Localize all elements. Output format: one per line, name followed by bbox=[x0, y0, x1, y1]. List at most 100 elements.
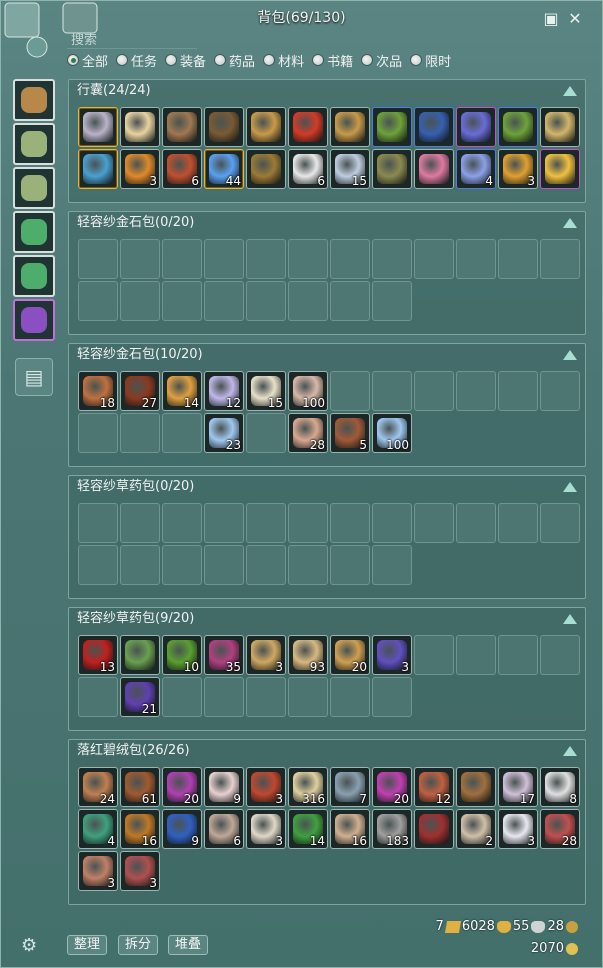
item-slot[interactable] bbox=[456, 107, 496, 147]
item-slot[interactable]: 7 bbox=[330, 767, 370, 807]
empty-slot[interactable] bbox=[456, 239, 496, 279]
empty-slot[interactable] bbox=[498, 371, 538, 411]
item-slot[interactable] bbox=[540, 107, 580, 147]
empty-slot[interactable] bbox=[540, 371, 580, 411]
split-button[interactable]: 拆分 bbox=[118, 935, 159, 955]
item-slot[interactable] bbox=[120, 635, 160, 675]
settings-gear-icon[interactable]: ⚙ bbox=[21, 935, 37, 956]
bag-tab-2[interactable] bbox=[13, 167, 55, 209]
item-slot[interactable]: 3 bbox=[246, 767, 286, 807]
empty-slot[interactable] bbox=[246, 239, 286, 279]
empty-slot[interactable] bbox=[288, 545, 328, 585]
item-slot[interactable] bbox=[414, 107, 454, 147]
empty-slot[interactable] bbox=[162, 281, 202, 321]
item-slot[interactable]: 27 bbox=[120, 371, 160, 411]
empty-slot[interactable] bbox=[78, 413, 118, 453]
empty-slot[interactable] bbox=[204, 503, 244, 543]
empty-slot[interactable] bbox=[120, 545, 160, 585]
empty-slot[interactable] bbox=[456, 503, 496, 543]
empty-slot[interactable] bbox=[288, 281, 328, 321]
empty-slot[interactable] bbox=[372, 503, 412, 543]
item-slot[interactable]: 3 bbox=[246, 809, 286, 849]
item-slot[interactable]: 28 bbox=[540, 809, 580, 849]
item-slot[interactable]: 5 bbox=[330, 413, 370, 453]
empty-slot[interactable] bbox=[246, 545, 286, 585]
empty-slot[interactable] bbox=[414, 371, 454, 411]
empty-slot[interactable] bbox=[204, 545, 244, 585]
bag-tab-5[interactable] bbox=[13, 299, 55, 341]
empty-slot[interactable] bbox=[330, 239, 370, 279]
sort-button[interactable]: 整理 bbox=[67, 935, 108, 955]
empty-slot[interactable] bbox=[498, 239, 538, 279]
empty-slot[interactable] bbox=[246, 413, 286, 453]
item-slot[interactable]: 28 bbox=[288, 413, 328, 453]
item-slot[interactable]: 23 bbox=[204, 413, 244, 453]
empty-slot[interactable] bbox=[330, 503, 370, 543]
item-slot[interactable]: 9 bbox=[162, 809, 202, 849]
filter-6[interactable]: 次品 bbox=[361, 51, 402, 70]
radio-icon[interactable] bbox=[312, 54, 325, 66]
item-slot[interactable] bbox=[120, 107, 160, 147]
empty-slot[interactable] bbox=[120, 281, 160, 321]
item-slot[interactable]: 4 bbox=[78, 809, 118, 849]
empty-slot[interactable] bbox=[162, 503, 202, 543]
empty-slot[interactable] bbox=[204, 281, 244, 321]
item-slot[interactable] bbox=[540, 149, 580, 189]
empty-slot[interactable] bbox=[456, 635, 496, 675]
item-slot[interactable]: 13 bbox=[78, 635, 118, 675]
empty-slot[interactable] bbox=[162, 545, 202, 585]
item-slot[interactable]: 2 bbox=[456, 809, 496, 849]
item-slot[interactable]: 21 bbox=[120, 677, 160, 717]
empty-slot[interactable] bbox=[414, 635, 454, 675]
item-slot[interactable]: 24 bbox=[78, 767, 118, 807]
item-slot[interactable]: 6 bbox=[288, 149, 328, 189]
item-slot[interactable]: 8 bbox=[540, 767, 580, 807]
empty-slot[interactable] bbox=[204, 677, 244, 717]
empty-slot[interactable] bbox=[120, 413, 160, 453]
empty-slot[interactable] bbox=[330, 545, 370, 585]
empty-slot[interactable] bbox=[246, 281, 286, 321]
empty-slot[interactable] bbox=[372, 281, 412, 321]
radio-icon[interactable] bbox=[361, 54, 374, 66]
item-slot[interactable] bbox=[78, 107, 118, 147]
item-slot[interactable]: 17 bbox=[498, 767, 538, 807]
empty-slot[interactable] bbox=[78, 281, 118, 321]
radio-icon[interactable] bbox=[263, 54, 276, 66]
item-slot[interactable] bbox=[456, 767, 496, 807]
panel-header[interactable]: 轻容纱草药包(9/20) bbox=[69, 608, 585, 630]
empty-slot[interactable] bbox=[246, 677, 286, 717]
collapse-arrow-icon[interactable] bbox=[563, 746, 577, 756]
item-slot[interactable] bbox=[414, 809, 454, 849]
empty-slot[interactable] bbox=[540, 635, 580, 675]
collapse-arrow-icon[interactable] bbox=[563, 614, 577, 624]
item-slot[interactable] bbox=[372, 107, 412, 147]
item-slot[interactable]: 16 bbox=[330, 809, 370, 849]
item-slot[interactable]: 15 bbox=[246, 371, 286, 411]
radio-icon[interactable] bbox=[214, 54, 227, 66]
filter-7[interactable]: 限时 bbox=[410, 51, 451, 70]
radio-icon[interactable] bbox=[116, 54, 129, 66]
item-slot[interactable] bbox=[78, 149, 118, 189]
item-slot[interactable]: 15 bbox=[330, 149, 370, 189]
empty-slot[interactable] bbox=[372, 545, 412, 585]
panel-header[interactable]: 轻容纱金石包(0/20) bbox=[69, 212, 585, 234]
item-slot[interactable] bbox=[162, 107, 202, 147]
radio-icon[interactable] bbox=[165, 54, 178, 66]
item-slot[interactable]: 93 bbox=[288, 635, 328, 675]
bag-manage-icon[interactable]: ▤ bbox=[15, 358, 53, 396]
item-slot[interactable]: 14 bbox=[162, 371, 202, 411]
item-slot[interactable] bbox=[288, 107, 328, 147]
empty-slot[interactable] bbox=[120, 239, 160, 279]
item-slot[interactable]: 61 bbox=[120, 767, 160, 807]
empty-slot[interactable] bbox=[414, 503, 454, 543]
empty-slot[interactable] bbox=[372, 239, 412, 279]
empty-slot[interactable] bbox=[78, 503, 118, 543]
item-slot[interactable]: 20 bbox=[162, 767, 202, 807]
panel-header[interactable]: 行囊(24/24) bbox=[69, 80, 585, 102]
bag-tab-0[interactable] bbox=[13, 79, 55, 121]
item-slot[interactable]: 100 bbox=[288, 371, 328, 411]
item-slot[interactable]: 3 bbox=[246, 635, 286, 675]
item-slot[interactable]: 35 bbox=[204, 635, 244, 675]
item-slot[interactable]: 3 bbox=[372, 635, 412, 675]
filter-0[interactable]: 全部 bbox=[67, 51, 108, 70]
